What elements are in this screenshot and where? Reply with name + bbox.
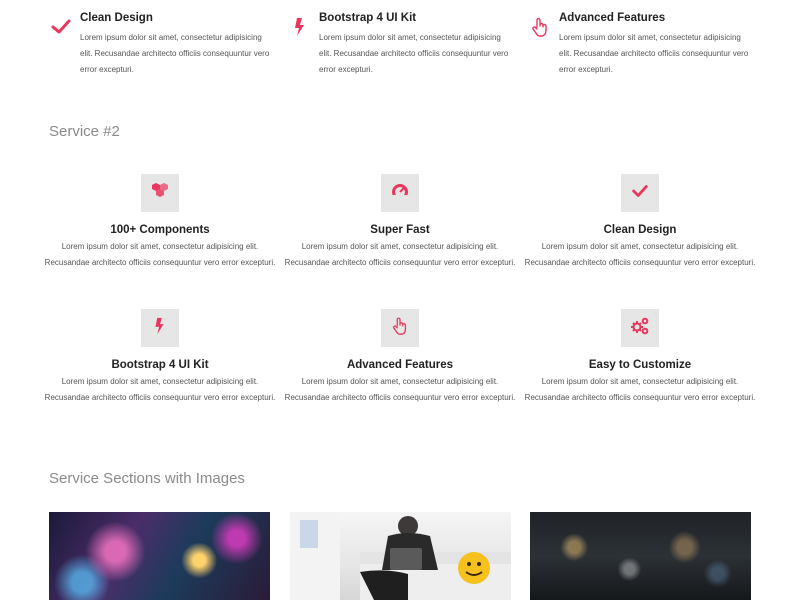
feature-text: Lorem ipsum dolor sit amet, consectetur … bbox=[559, 33, 749, 74]
pointer-hand-icon bbox=[529, 16, 551, 38]
bolt-icon bbox=[289, 16, 311, 38]
service-item-clean-design: Clean Design Lorem ipsum dolor sit amet,… bbox=[524, 174, 756, 271]
service-icon-box bbox=[621, 174, 659, 212]
check-icon bbox=[50, 16, 72, 38]
service-title: Bootstrap 4 UI Kit bbox=[111, 359, 209, 371]
service-icon-box bbox=[621, 309, 659, 347]
pointer-hand-icon bbox=[390, 316, 410, 341]
service-text: Lorem ipsum dolor sit amet, consectetur … bbox=[44, 377, 276, 402]
feature-text: Lorem ipsum dolor sit amet, consectetur … bbox=[319, 33, 509, 74]
service-icon-box bbox=[381, 174, 419, 212]
feature-title: Clean Design bbox=[80, 12, 153, 24]
section-title-service-2: Service #2 bbox=[49, 123, 120, 140]
service-title: Clean Design bbox=[603, 224, 677, 236]
image-person-on-sofa bbox=[290, 512, 511, 600]
service-icon-box bbox=[141, 174, 179, 212]
image-rainy-window-bokeh bbox=[530, 512, 751, 600]
service-icon-box bbox=[381, 309, 419, 347]
cubes-icon bbox=[149, 180, 171, 207]
service-item-advanced-features: Advanced Features Lorem ipsum dolor sit … bbox=[284, 309, 516, 406]
gears-icon bbox=[629, 315, 651, 342]
feature-title: Bootstrap 4 UI Kit bbox=[319, 12, 417, 24]
check-icon bbox=[630, 181, 650, 206]
service-text: Lorem ipsum dolor sit amet, consectetur … bbox=[524, 377, 756, 402]
section-title-images: Service Sections with Images bbox=[49, 470, 245, 487]
feature-text: Lorem ipsum dolor sit amet, consectetur … bbox=[80, 33, 270, 74]
service-text: Lorem ipsum dolor sit amet, consectetur … bbox=[44, 242, 276, 267]
service-icon-box bbox=[141, 309, 179, 347]
feature-title: Advanced Features bbox=[559, 12, 666, 24]
service-item-bootstrap-kit: Bootstrap 4 UI Kit Lorem ipsum dolor sit… bbox=[44, 309, 276, 406]
service-title: Super Fast bbox=[370, 224, 430, 236]
service-item-customize: Easy to Customize Lorem ipsum dolor sit … bbox=[524, 309, 756, 406]
service-title: 100+ Components bbox=[110, 224, 210, 236]
speedometer-icon bbox=[389, 180, 411, 207]
service-item-components: 100+ Components Lorem ipsum dolor sit am… bbox=[44, 174, 276, 271]
image-city-night-lights bbox=[49, 512, 270, 600]
service-item-super-fast: Super Fast Lorem ipsum dolor sit amet, c… bbox=[284, 174, 516, 271]
service-text: Lorem ipsum dolor sit amet, consectetur … bbox=[284, 377, 516, 402]
service-title: Easy to Customize bbox=[588, 359, 692, 371]
bolt-icon bbox=[150, 316, 170, 341]
service-text: Lorem ipsum dolor sit amet, consectetur … bbox=[284, 242, 516, 267]
top-features-row: Clean Design Lorem ipsum dolor sit amet,… bbox=[0, 0, 800, 90]
person-illustration bbox=[290, 512, 511, 600]
service-title: Advanced Features bbox=[346, 359, 454, 371]
service-text: Lorem ipsum dolor sit amet, consectetur … bbox=[524, 242, 756, 267]
